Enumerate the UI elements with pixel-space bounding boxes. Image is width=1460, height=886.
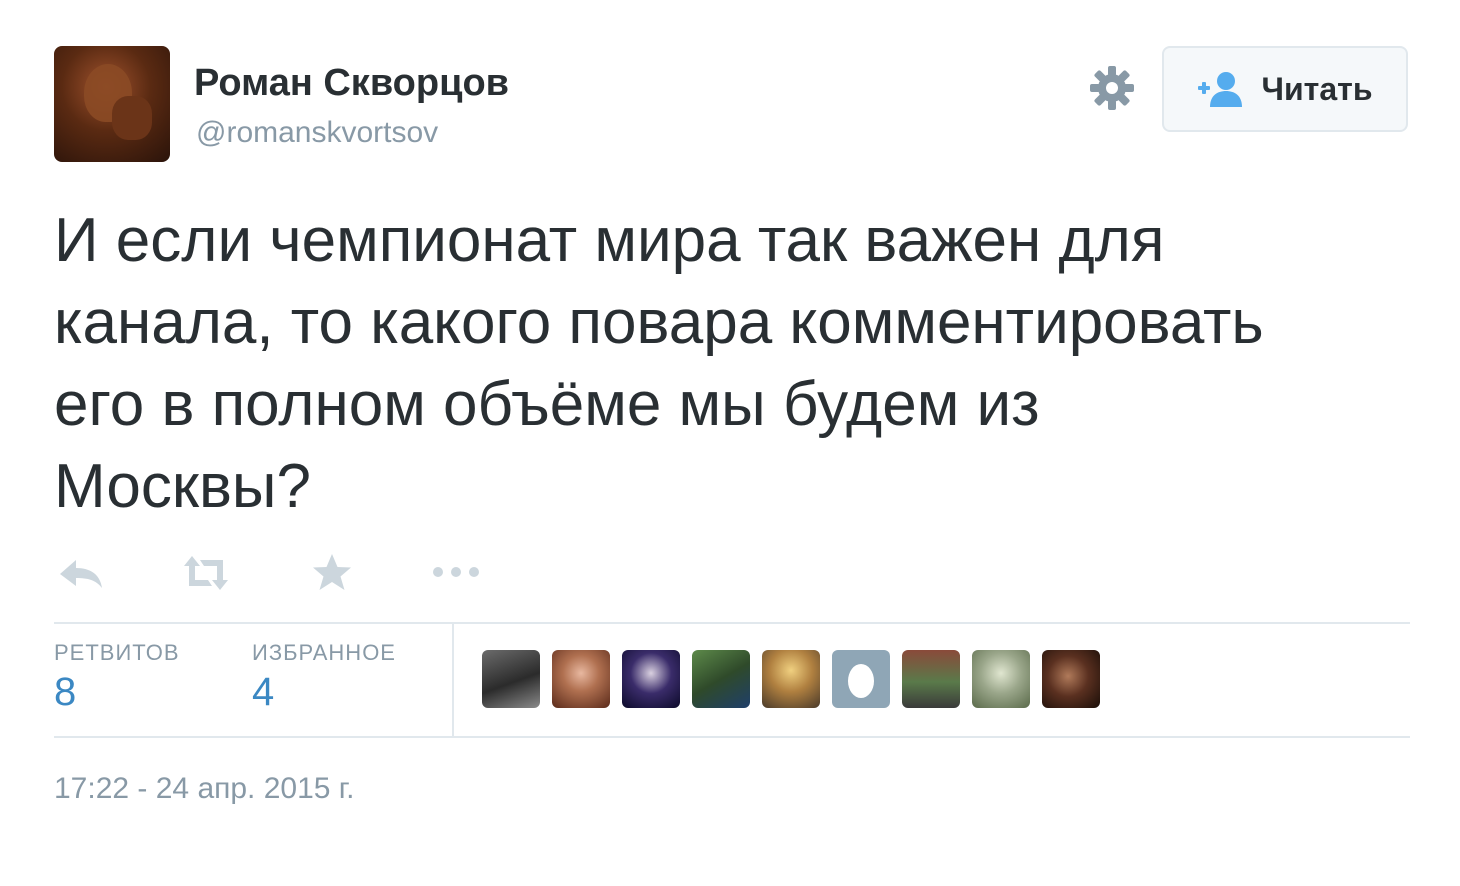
favoriter-avatar[interactable] bbox=[622, 650, 680, 708]
stats-bottom-divider bbox=[54, 736, 1410, 738]
favoriter-avatar[interactable] bbox=[482, 650, 540, 708]
stats-vertical-divider bbox=[452, 624, 454, 738]
tweet-text-line: Москвы? bbox=[54, 452, 311, 521]
follow-button-label: Читать bbox=[1261, 70, 1373, 107]
stats-top-divider bbox=[54, 622, 1410, 624]
author-username[interactable]: @romanskvortsov bbox=[196, 116, 438, 150]
add-user-icon bbox=[1197, 72, 1242, 107]
tweet-timestamp[interactable]: 17:22 - 24 апр. 2015 г. bbox=[54, 772, 354, 806]
favoriter-avatar[interactable] bbox=[1042, 650, 1100, 708]
favorites-count[interactable]: 4 bbox=[252, 670, 274, 715]
reply-icon[interactable] bbox=[54, 548, 110, 598]
favoriter-avatar[interactable] bbox=[972, 650, 1030, 708]
star-icon[interactable] bbox=[304, 548, 360, 598]
retweets-count[interactable]: 8 bbox=[54, 670, 76, 715]
tweet-text-line: канала, то какого повара комментировать bbox=[54, 288, 1264, 357]
tweet-text: И если чемпионат мира так важен для канал… bbox=[54, 200, 1424, 528]
tweet-text-line: его в полном объёме мы будем из bbox=[54, 370, 1040, 439]
avatar-hand-shape bbox=[112, 96, 152, 140]
favoriter-avatar[interactable] bbox=[762, 650, 820, 708]
favoriter-avatar[interactable] bbox=[552, 650, 610, 708]
favoriter-avatar-default[interactable] bbox=[832, 650, 890, 708]
author-avatar[interactable] bbox=[54, 46, 170, 162]
favorites-label[interactable]: ИЗБРАННОЕ bbox=[252, 640, 396, 666]
favoriter-avatar[interactable] bbox=[692, 650, 750, 708]
favoriter-avatar[interactable] bbox=[902, 650, 960, 708]
more-icon[interactable] bbox=[428, 548, 484, 598]
author-fullname[interactable]: Роман Скворцов bbox=[194, 62, 509, 105]
retweets-label[interactable]: РЕТВИТОВ bbox=[54, 640, 180, 666]
tweet-card: Роман Скворцов @romanskvortsov Читать И … bbox=[0, 0, 1460, 886]
tweet-text-line: И если чемпионат мира так важен для bbox=[54, 206, 1165, 275]
gear-icon[interactable] bbox=[1088, 64, 1136, 112]
retweet-icon[interactable] bbox=[178, 548, 234, 598]
egg-icon bbox=[848, 664, 874, 698]
follow-button[interactable]: Читать bbox=[1162, 46, 1408, 132]
